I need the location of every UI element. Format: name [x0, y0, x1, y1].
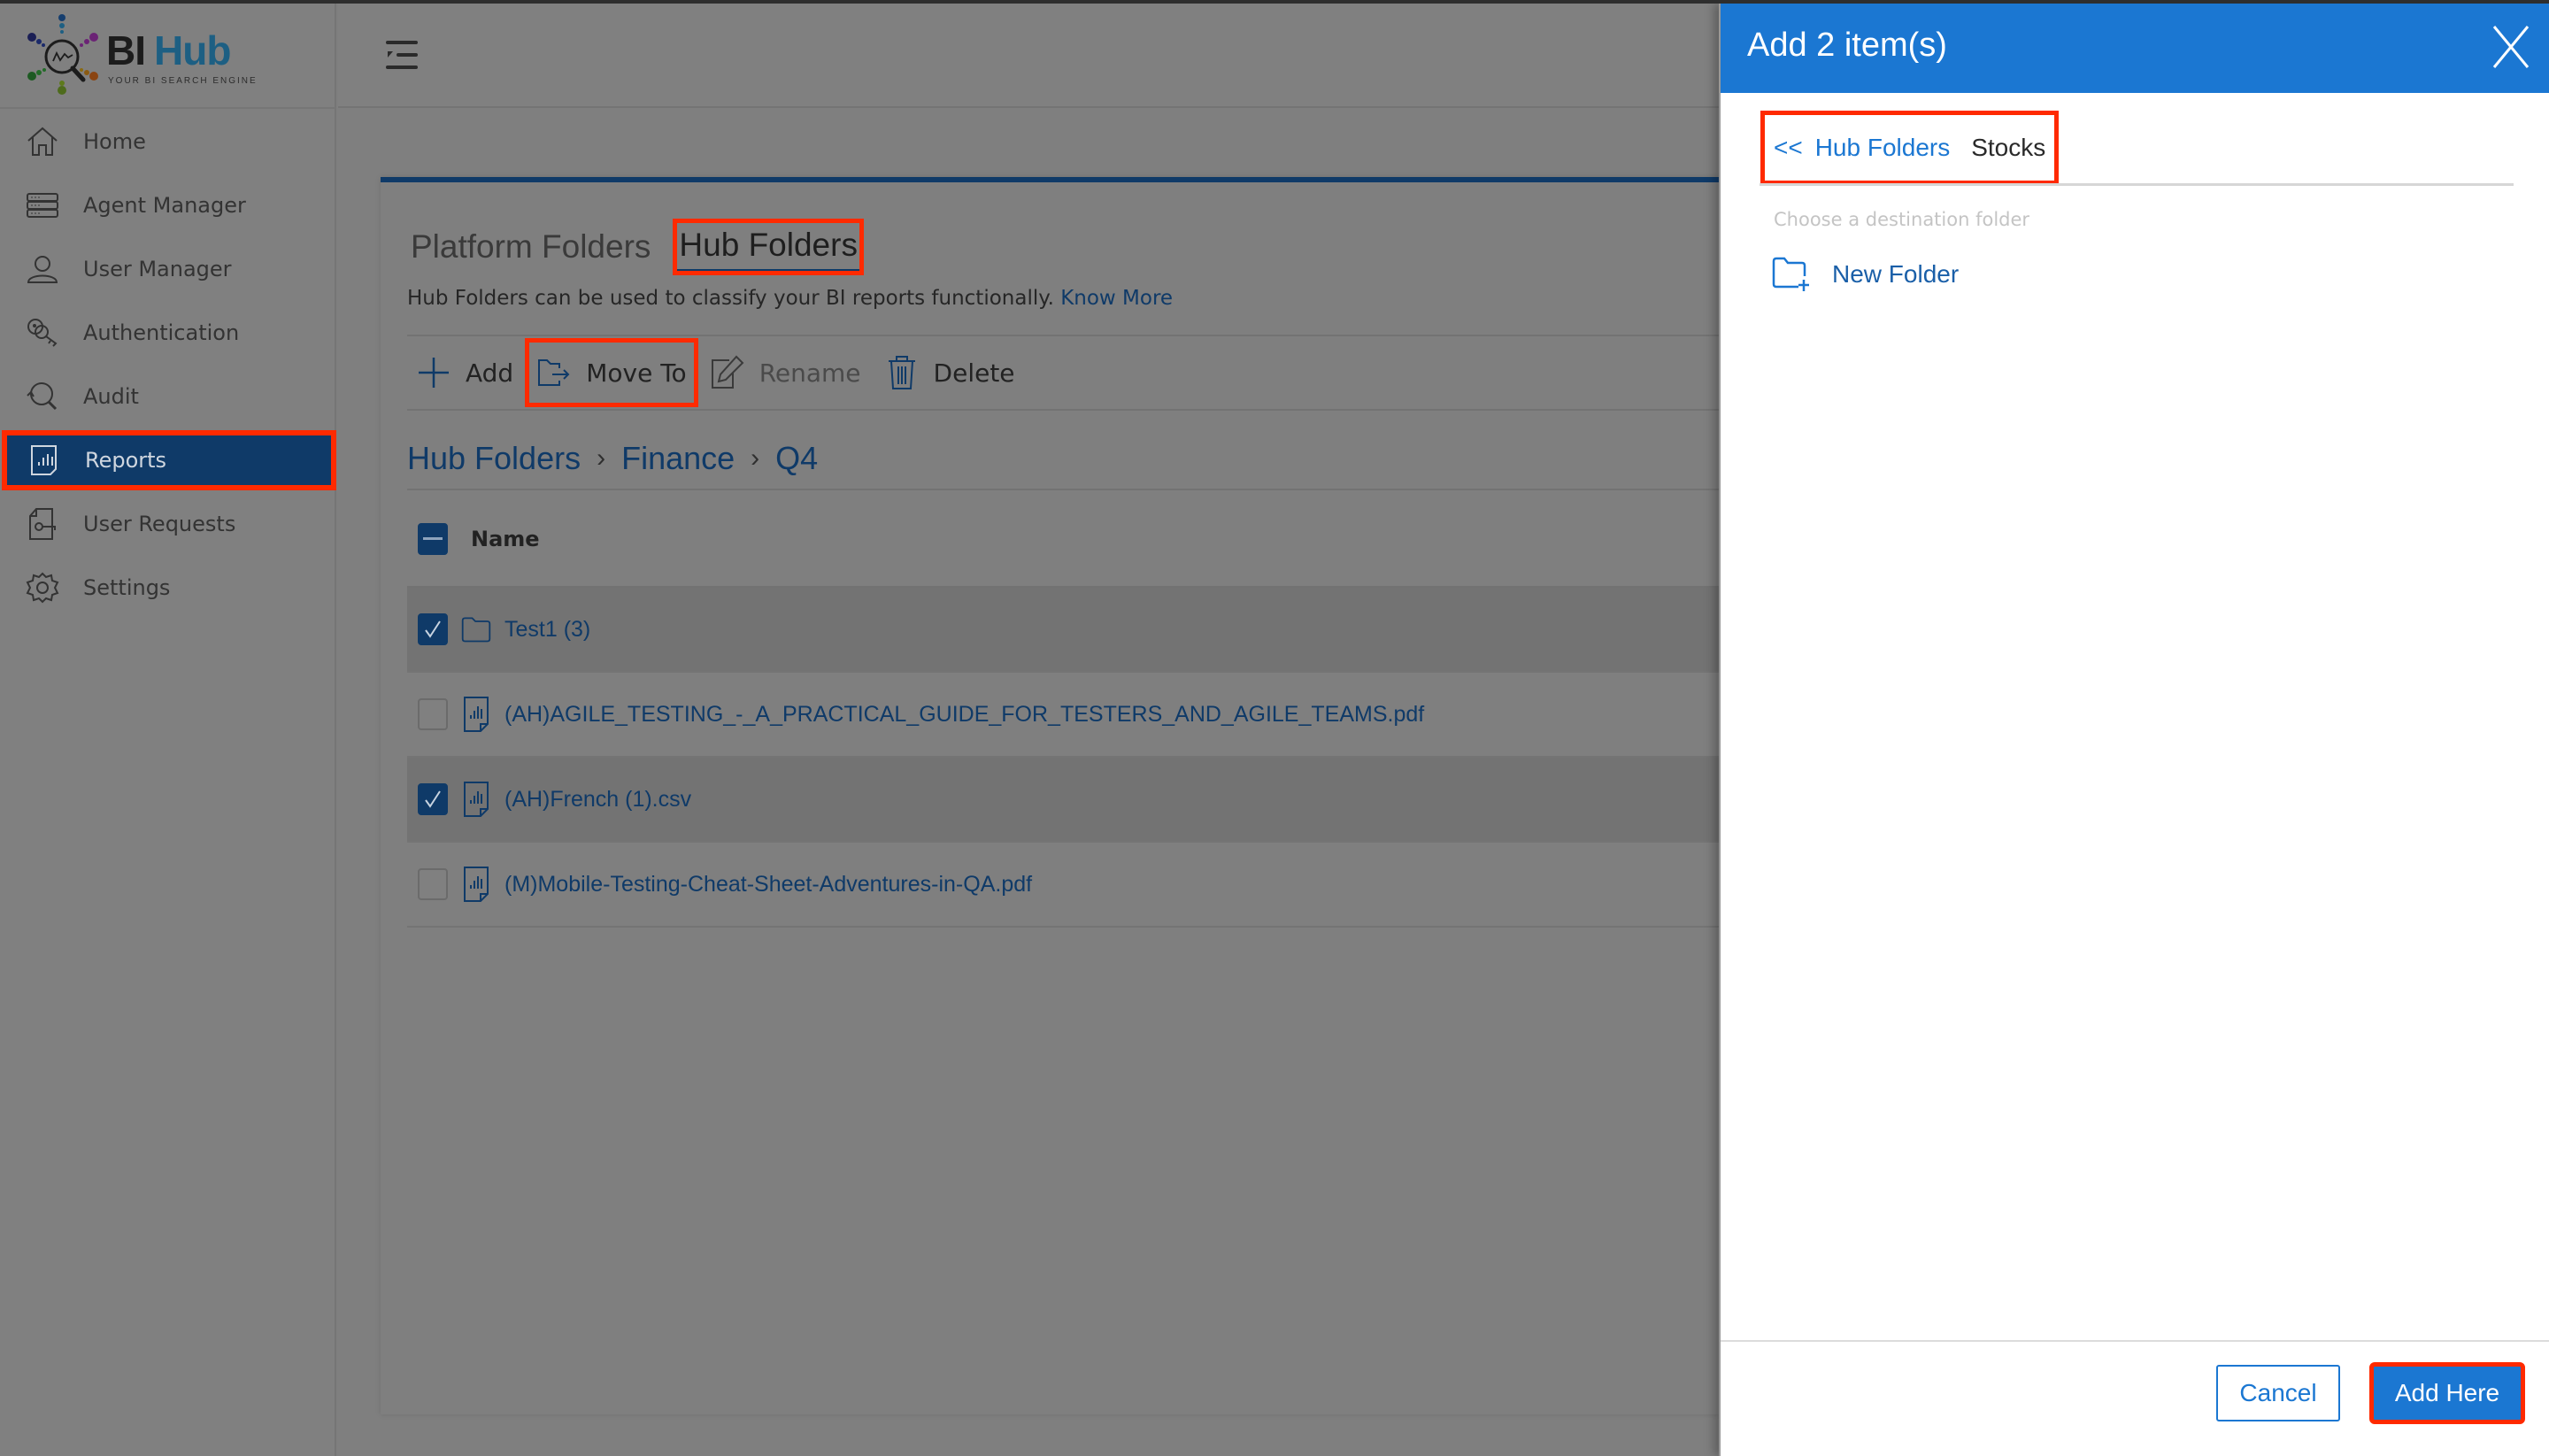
rename-button[interactable]: Rename	[701, 341, 870, 404]
brand-tagline: YOUR BI SEARCH ENGINE	[108, 76, 258, 86]
items-table: Name Test1 (3) (AH)AGILE_TESTING_-_A_PRA…	[407, 492, 1719, 928]
folders-card: Platform Folders Hub Folders Hub Folders…	[381, 177, 1719, 1414]
add-button[interactable]: Add	[407, 341, 522, 404]
row-name[interactable]: Test1 (3)	[504, 617, 590, 643]
add-items-panel: Add 2 item(s) << Hub Folders Stocks Choo…	[1719, 4, 2549, 1456]
server-icon	[25, 188, 60, 223]
edit-icon	[710, 355, 745, 390]
report-icon	[27, 443, 62, 478]
new-folder-label: New Folder	[1832, 260, 1960, 288]
keys-icon	[25, 315, 60, 351]
brand-hub: Hub	[154, 27, 231, 73]
chevron-right-icon: ›	[597, 443, 606, 473]
sidebar-item-user-requests[interactable]: User Requests	[0, 492, 336, 556]
report-file-icon	[460, 780, 492, 819]
row-checkbox[interactable]	[418, 613, 448, 645]
delete-button[interactable]: Delete	[875, 341, 1024, 404]
folder-icon	[460, 610, 492, 649]
row-checkbox[interactable]	[418, 868, 448, 900]
row-checkbox[interactable]	[418, 698, 448, 730]
panel-header: Add 2 item(s)	[1721, 4, 2549, 93]
breadcrumb-finance[interactable]: Finance	[621, 440, 735, 477]
table-row[interactable]: (M)Mobile-Testing-Cheat-Sheet-Adventures…	[407, 843, 1719, 928]
chevron-right-icon: ›	[751, 443, 760, 473]
move-folder-icon	[536, 355, 572, 390]
card-accent-bar	[381, 177, 1719, 182]
sidebar-item-user-manager[interactable]: User Manager	[0, 237, 336, 301]
know-more-link[interactable]: Know More	[1060, 287, 1173, 310]
table-row[interactable]: (AH)French (1).csv	[407, 758, 1719, 843]
tab-platform-folders[interactable]: Platform Folders	[407, 223, 654, 271]
sidebar-item-agent-manager[interactable]: Agent Manager	[0, 173, 336, 237]
move-to-button[interactable]: Move To	[525, 338, 698, 407]
sidebar-item-label: Agent Manager	[83, 193, 246, 218]
sidebar-item-settings[interactable]: Settings	[0, 556, 336, 620]
sidebar-item-reports[interactable]: Reports	[2, 430, 336, 490]
home-icon	[25, 124, 60, 159]
row-name[interactable]: (AH)AGILE_TESTING_-_A_PRACTICAL_GUIDE_FO…	[504, 702, 1424, 728]
panel-divider	[1760, 183, 2514, 186]
name-column-header[interactable]: Name	[471, 527, 540, 551]
new-folder-icon	[1772, 257, 1813, 292]
hub-folders-description: Hub Folders can be used to classify your…	[407, 287, 1173, 310]
add-here-button[interactable]: Add Here	[2369, 1362, 2525, 1424]
audit-search-icon	[25, 379, 60, 414]
panel-breadcrumb: << Hub Folders Stocks	[1760, 111, 2060, 185]
add-label: Add	[466, 358, 514, 388]
plus-icon	[416, 355, 451, 390]
request-icon	[25, 506, 60, 542]
logo-divider	[0, 107, 336, 109]
sidebar-item-authentication[interactable]: Authentication	[0, 301, 336, 365]
destination-hint: Choose a destination folder	[1774, 209, 2030, 230]
bihub-logo-icon	[27, 14, 98, 95]
sidebar-item-label: User Manager	[83, 257, 232, 281]
sidebar-item-label: User Requests	[83, 512, 236, 536]
brand-bi: BI	[106, 27, 146, 73]
new-folder-button[interactable]: New Folder	[1772, 257, 1959, 292]
back-button[interactable]: <<	[1774, 134, 1803, 162]
delete-label: Delete	[933, 358, 1015, 388]
report-file-icon	[460, 695, 492, 734]
folder-tabs: Platform Folders Hub Folders	[407, 216, 882, 278]
breadcrumb-hub-folders[interactable]: Hub Folders	[407, 440, 581, 477]
panel-breadcrumb-hub-folders[interactable]: Hub Folders	[1815, 134, 1951, 162]
table-row[interactable]: (AH)AGILE_TESTING_-_A_PRACTICAL_GUIDE_FO…	[407, 673, 1719, 758]
sidebar-item-label: Authentication	[83, 320, 240, 345]
panel-title: Add 2 item(s)	[1747, 27, 1947, 64]
row-name[interactable]: (AH)French (1).csv	[504, 787, 691, 813]
select-all-checkbox[interactable]	[418, 523, 448, 555]
table-header: Name	[407, 492, 1719, 588]
row-checkbox[interactable]	[418, 783, 448, 815]
main-header	[338, 4, 1719, 108]
menu-collapse-icon[interactable]	[384, 39, 420, 71]
toolbar: Add Move To Rename Delete	[407, 335, 1719, 411]
sidebar-nav: Home Agent Manager User Manager Authenti…	[0, 110, 336, 620]
panel-breadcrumb-current: Stocks	[1971, 134, 2046, 161]
description-text: Hub Folders can be used to classify your…	[407, 287, 1054, 310]
table-row[interactable]: Test1 (3)	[407, 588, 1719, 673]
sidebar-item-label: Audit	[83, 384, 139, 409]
sidebar-item-label: Reports	[85, 448, 167, 473]
sidebar-item-label: Home	[83, 129, 146, 154]
sidebar: BI Hub YOUR BI SEARCH ENGINE Home Agent …	[0, 0, 336, 1456]
cancel-button[interactable]: Cancel	[2216, 1365, 2340, 1421]
rename-label: Rename	[759, 358, 861, 388]
sidebar-item-label: Settings	[83, 575, 171, 600]
sidebar-item-audit[interactable]: Audit	[0, 365, 336, 428]
report-file-icon	[460, 865, 492, 904]
move-to-label: Move To	[586, 358, 687, 388]
breadcrumb: Hub Folders › Finance › Q4	[407, 428, 1719, 490]
app-logo[interactable]: BI Hub YOUR BI SEARCH ENGINE	[25, 12, 258, 101]
breadcrumb-q4[interactable]: Q4	[775, 440, 818, 477]
row-name[interactable]: (M)Mobile-Testing-Cheat-Sheet-Adventures…	[504, 872, 1032, 897]
user-icon	[25, 251, 60, 287]
window-top-border	[0, 0, 2549, 4]
panel-footer-divider	[1721, 1340, 2549, 1342]
close-icon[interactable]	[2489, 23, 2533, 71]
gear-icon	[25, 570, 60, 605]
trash-icon	[884, 355, 920, 390]
sidebar-item-home[interactable]: Home	[0, 110, 336, 173]
tab-hub-folders[interactable]: Hub Folders	[673, 219, 864, 275]
